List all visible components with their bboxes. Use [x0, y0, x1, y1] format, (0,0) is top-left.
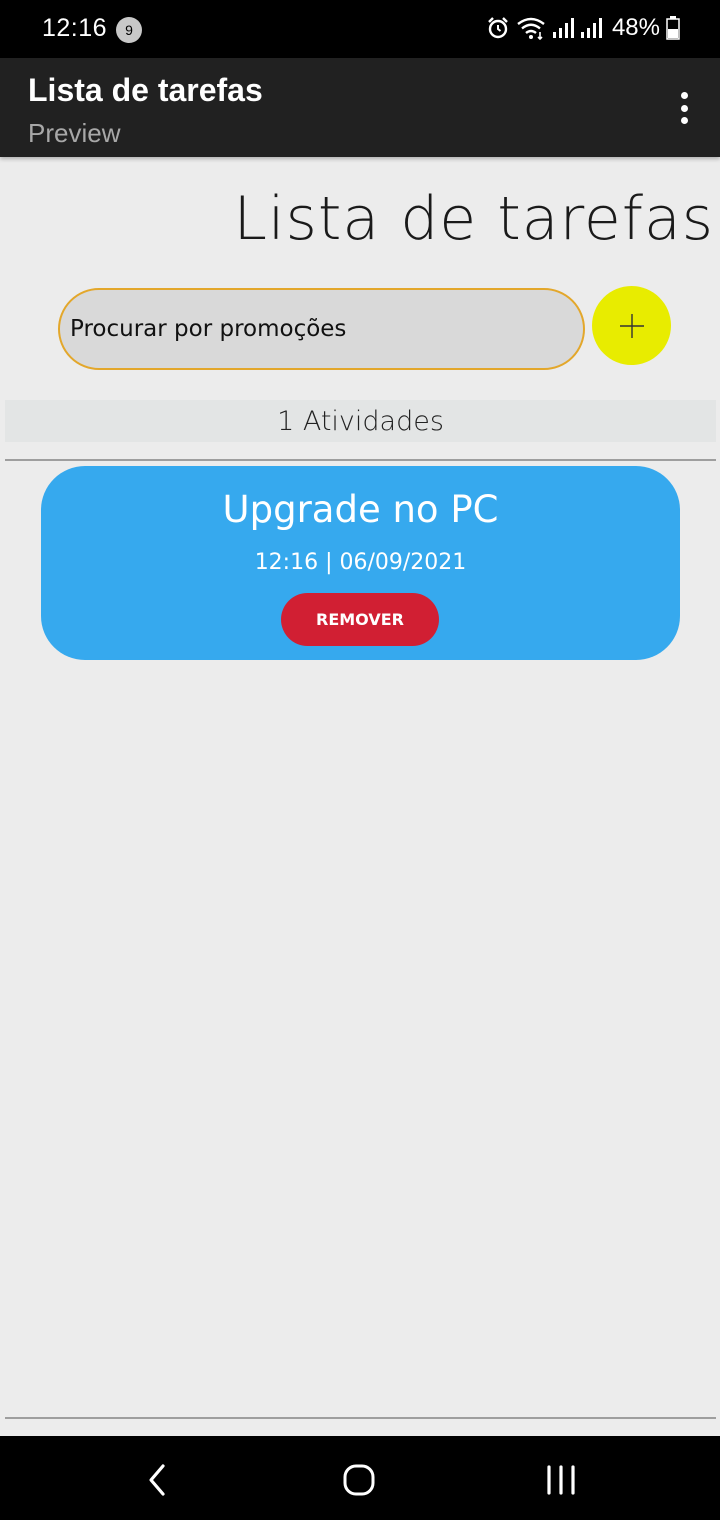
back-icon — [149, 1464, 165, 1496]
divider — [5, 1417, 716, 1419]
signal-icon — [552, 18, 574, 38]
menu-dot — [680, 117, 688, 124]
more-vert-icon[interactable] — [672, 92, 696, 124]
home-icon — [343, 1464, 375, 1496]
activity-count: 1 Atividades — [5, 400, 716, 442]
search-input[interactable] — [58, 288, 585, 370]
app-title: Lista de tarefas — [28, 72, 263, 108]
recents-icon — [547, 1465, 575, 1495]
add-task-button[interactable] — [592, 286, 671, 365]
signal-icon — [580, 18, 602, 38]
task-card: Upgrade no PC 12:16 | 06/09/2021 REMOVER — [41, 466, 680, 660]
back-button[interactable] — [136, 1458, 180, 1502]
task-datetime: 12:16 | 06/09/2021 — [254, 550, 467, 575]
divider — [5, 459, 716, 461]
home-button[interactable] — [337, 1458, 381, 1502]
app-subtitle: Preview — [28, 118, 121, 148]
status-icons: 48% — [486, 14, 680, 42]
battery-icon — [666, 16, 680, 40]
navigation-bar — [0, 1436, 720, 1520]
plus-icon — [619, 313, 644, 338]
status-bar: 12:16 9 48% — [0, 0, 720, 58]
page-heading: Lista de tarefas — [233, 184, 714, 254]
battery-percentage: 48% — [611, 14, 660, 41]
alarm-icon — [488, 17, 508, 39]
status-time: 12:16 — [42, 14, 108, 42]
app-bar: Lista de tarefas Preview — [0, 58, 720, 157]
recents-button[interactable] — [539, 1458, 583, 1502]
notification-count-badge: 9 — [116, 17, 142, 43]
wifi-icon — [517, 17, 545, 40]
menu-dot — [680, 104, 688, 112]
remove-task-button[interactable]: REMOVER — [281, 593, 439, 646]
task-title: Upgrade no PC — [222, 488, 499, 531]
menu-dot — [680, 92, 688, 99]
